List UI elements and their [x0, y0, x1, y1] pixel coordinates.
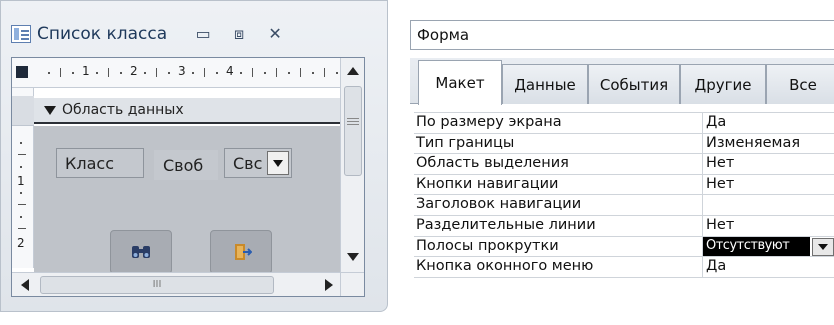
- tab-all[interactable]: Все: [766, 64, 834, 104]
- binoculars-icon: [132, 246, 150, 258]
- label-control-class[interactable]: Класс: [56, 148, 144, 178]
- section-selector[interactable]: [12, 96, 34, 126]
- property-value[interactable]: Да: [702, 257, 834, 277]
- chevron-down-icon[interactable]: [812, 237, 834, 256]
- object-selector[interactable]: Форма: [410, 20, 834, 50]
- tab-data[interactable]: Данные: [502, 64, 588, 104]
- property-name: Заголовок навигации: [416, 196, 582, 213]
- tab-other[interactable]: Другие: [680, 64, 766, 104]
- scroll-thumb[interactable]: III: [40, 276, 274, 294]
- combobox-control-free[interactable]: Свс: [224, 148, 292, 178]
- textbox-control-free[interactable]: Своб: [154, 150, 218, 180]
- property-row[interactable]: Кнопка оконного меню Да: [414, 257, 834, 278]
- window-title: Список класса: [37, 24, 168, 44]
- property-row[interactable]: Полосы прокрутки Отсутствуют: [414, 236, 834, 258]
- exit-command-button[interactable]: [210, 230, 272, 274]
- property-value[interactable]: Изменяемая: [702, 133, 834, 154]
- scroll-corner: [340, 272, 364, 296]
- property-tabs: Макет Данные События Другие Все: [410, 58, 834, 105]
- property-name: Тип границы: [416, 134, 515, 151]
- property-value[interactable]: Нет: [702, 174, 834, 195]
- property-value[interactable]: [702, 195, 834, 215]
- property-name: Кнопки навигации: [416, 175, 559, 192]
- property-name: Полосы прокрутки: [416, 237, 559, 254]
- exit-door-icon: [235, 244, 252, 260]
- ruler-marks: 1 2 3 4: [38, 58, 342, 88]
- property-value[interactable]: Да: [702, 113, 834, 133]
- form-selector-button[interactable]: [16, 66, 28, 78]
- grip-icon: [347, 118, 359, 119]
- chevron-down-icon[interactable]: [267, 151, 289, 175]
- section-arrow-icon: [44, 105, 56, 115]
- scroll-up-icon[interactable]: [344, 62, 362, 80]
- property-grid: По размеру экрана Да Тип границы Изменяе…: [414, 112, 834, 278]
- ruler-number: 2: [17, 236, 25, 250]
- combobox-control-text: Свс: [233, 153, 263, 173]
- form-design-window: Список класса ▭ ⧈ ✕ 1 2 3 4 1 2 Область …: [0, 0, 388, 312]
- textbox-control-text: Своб: [163, 155, 204, 175]
- property-name: Кнопка оконного меню: [416, 258, 594, 275]
- horizontal-ruler: 1 2 3 4: [12, 58, 342, 88]
- horizontal-scrollbar[interactable]: III: [12, 272, 342, 296]
- property-value[interactable]: Нет: [702, 215, 834, 236]
- vertical-scrollbar[interactable]: [340, 58, 364, 272]
- property-name: Разделительные линии: [416, 216, 596, 233]
- property-name: По размеру экрана: [416, 114, 562, 130]
- ruler-number: 4: [226, 64, 234, 78]
- form-icon: [11, 25, 31, 43]
- maximize-icon[interactable]: ⧈: [221, 24, 257, 44]
- ruler-number: 1: [82, 64, 90, 78]
- vertical-ruler: 1 2: [12, 88, 34, 268]
- property-value-selected[interactable]: Отсутствуют: [702, 236, 810, 257]
- tab-layout[interactable]: Макет: [418, 60, 502, 105]
- minimize-icon[interactable]: ▭: [185, 24, 221, 44]
- section-label: Область данных: [62, 102, 184, 118]
- property-row[interactable]: Кнопки навигации Нет: [414, 174, 834, 196]
- tab-events[interactable]: События: [588, 64, 680, 104]
- scroll-left-icon[interactable]: [16, 276, 34, 294]
- property-sheet: Форма Макет Данные События Другие Все По…: [402, 0, 834, 325]
- detail-section[interactable]: Класс Своб Свс: [34, 126, 342, 274]
- property-row[interactable]: Разделительные линии Нет: [414, 215, 834, 237]
- property-row[interactable]: По размеру экрана Да: [414, 113, 834, 134]
- form-design-canvas[interactable]: 1 2 3 4 1 2 Область данных Класс Своб Св…: [11, 57, 365, 297]
- ruler-number: 1: [17, 174, 25, 188]
- scroll-right-icon[interactable]: [320, 276, 338, 294]
- ruler-number: 3: [178, 64, 186, 78]
- property-row[interactable]: Область выделения Нет: [414, 154, 834, 175]
- search-command-button[interactable]: [110, 230, 172, 274]
- property-row[interactable]: Заголовок навигации: [414, 195, 834, 216]
- ruler-number: 2: [130, 64, 138, 78]
- property-row[interactable]: Тип границы Изменяемая: [414, 133, 834, 155]
- scroll-thumb[interactable]: [344, 86, 362, 176]
- label-control-text: Класс: [65, 153, 114, 173]
- property-value[interactable]: Нет: [702, 154, 834, 174]
- close-icon[interactable]: ✕: [257, 24, 293, 44]
- detail-section-header[interactable]: Область данных: [34, 98, 342, 124]
- property-name: Область выделения: [416, 155, 569, 172]
- scroll-down-icon[interactable]: [344, 248, 362, 266]
- window-titlebar[interactable]: Список класса ▭ ⧈ ✕: [11, 21, 381, 47]
